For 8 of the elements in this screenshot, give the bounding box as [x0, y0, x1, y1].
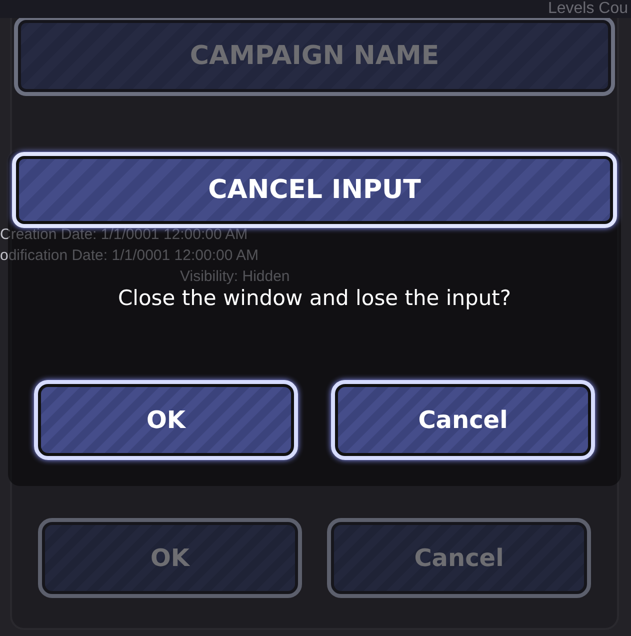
- info-text: Creation Date: 1/1/0001 12:00:00 AM: [0, 225, 249, 245]
- title-text: CAMPAIGN NAME: [190, 41, 440, 71]
- info-text: odification Date: 1/1/0001 12:00:00 AM: [0, 246, 260, 266]
- info-text: Visibility: Hidden: [179, 267, 291, 287]
- dialog-title: CANCEL INPUT: [208, 175, 421, 205]
- cancel-button[interactable]: Cancel: [331, 380, 595, 460]
- dialog-message: Close the window and lose the input?: [118, 286, 512, 310]
- ok-button[interactable]: OK: [34, 380, 298, 460]
